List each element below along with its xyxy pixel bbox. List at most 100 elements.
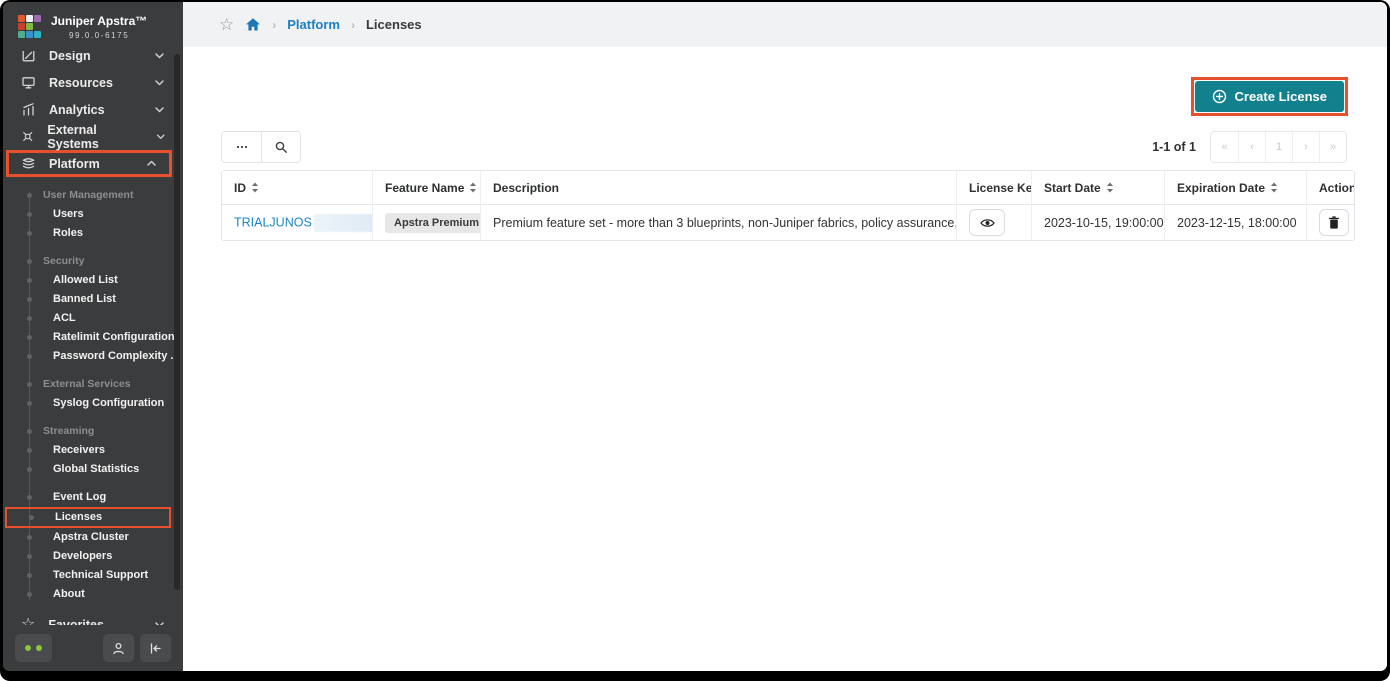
user-icon bbox=[111, 641, 126, 656]
table-header-row: ID Feature Name Description License Key … bbox=[222, 171, 1354, 205]
pagination-range: 1-1 of 1 bbox=[1152, 140, 1196, 154]
breadcrumb: ☆ › Platform › Licenses bbox=[183, 2, 1387, 47]
chevron-down-icon bbox=[152, 51, 167, 63]
sidebar-item-apstra-cluster[interactable]: Apstra Cluster bbox=[3, 528, 183, 547]
app-window: Juniper Apstra™ 99.0.0-6175 Design Resou… bbox=[3, 2, 1387, 671]
sidebar-item-ratelimit-configuration[interactable]: Ratelimit Configuration bbox=[3, 328, 183, 347]
previous-page-button[interactable]: ‹ bbox=[1238, 132, 1265, 162]
favorite-star-icon[interactable]: ☆ bbox=[219, 16, 234, 33]
licenses-table-container: ID Feature Name Description License Key … bbox=[221, 170, 1347, 241]
submenu-section-external-services: External Services bbox=[3, 375, 183, 394]
sidebar-item-syslog-configuration[interactable]: Syslog Configuration bbox=[3, 394, 183, 413]
sidebar-item-receivers[interactable]: Receivers bbox=[3, 441, 183, 460]
sidebar-item-label: Platform bbox=[49, 157, 100, 171]
sidebar-item-licenses[interactable]: Licenses bbox=[5, 507, 171, 528]
sort-icon bbox=[251, 182, 259, 193]
main-area: ☆ › Platform › Licenses Create License bbox=[183, 2, 1387, 671]
page-number-button[interactable]: 1 bbox=[1265, 132, 1292, 162]
license-id-link[interactable]: TRIALJUNOS bbox=[234, 215, 312, 229]
cell-license-key bbox=[956, 205, 1031, 240]
search-button[interactable] bbox=[261, 132, 300, 162]
collapse-left-icon bbox=[148, 641, 163, 656]
last-page-button[interactable]: » bbox=[1319, 132, 1346, 162]
user-account-button[interactable] bbox=[103, 634, 134, 662]
sort-icon bbox=[469, 182, 477, 193]
sidebar-item-analytics[interactable]: Analytics bbox=[3, 96, 183, 123]
chevron-down-icon bbox=[154, 129, 167, 144]
pagination: « ‹ 1 › » bbox=[1210, 131, 1347, 163]
cell-start-date: 2023-10-15, 19:00:00 bbox=[1031, 205, 1164, 240]
create-license-button[interactable]: Create License bbox=[1195, 81, 1345, 112]
table-toolbar: 1-1 of 1 « ‹ 1 › » bbox=[221, 131, 1347, 163]
column-header-feature-name[interactable]: Feature Name bbox=[372, 171, 480, 205]
platform-icon bbox=[21, 156, 36, 171]
sidebar-item-platform[interactable]: Platform bbox=[6, 150, 172, 177]
sidebar-item-external-systems[interactable]: External Systems bbox=[3, 123, 183, 150]
next-page-button[interactable]: › bbox=[1292, 132, 1319, 162]
column-header-license-key[interactable]: License Key bbox=[956, 171, 1031, 205]
column-header-expiration-date[interactable]: Expiration Date bbox=[1164, 171, 1306, 205]
chevron-down-icon bbox=[152, 617, 167, 625]
green-status-dot-icon bbox=[36, 645, 42, 651]
breadcrumb-current-licenses: Licenses bbox=[366, 17, 422, 32]
column-header-start-date[interactable]: Start Date bbox=[1031, 171, 1164, 205]
first-page-button[interactable]: « bbox=[1211, 132, 1238, 162]
column-header-description[interactable]: Description bbox=[480, 171, 956, 205]
sidebar-menu: Design Resources Analytics External Syst… bbox=[3, 51, 183, 625]
sidebar-item-users[interactable]: Users bbox=[3, 205, 183, 224]
licenses-page: Create License 1-1 of 1 bbox=[183, 47, 1387, 671]
cell-expiration-date: 2023-12-15, 18:00:00 bbox=[1164, 205, 1306, 240]
analytics-icon bbox=[21, 102, 36, 117]
eye-icon bbox=[980, 217, 995, 229]
screenshot-frame: Juniper Apstra™ 99.0.0-6175 Design Resou… bbox=[0, 0, 1390, 681]
table-row: TRIALJUNOS Apstra Premium Premium featur… bbox=[222, 205, 1354, 240]
cell-actions bbox=[1306, 205, 1354, 240]
sidebar-item-label: Design bbox=[49, 51, 91, 63]
view-license-key-button[interactable] bbox=[969, 209, 1005, 236]
brand-header[interactable]: Juniper Apstra™ 99.0.0-6175 bbox=[3, 2, 183, 51]
breadcrumb-link-platform[interactable]: Platform bbox=[287, 17, 340, 32]
create-license-label: Create License bbox=[1235, 89, 1328, 104]
submenu-section-streaming: Streaming bbox=[3, 422, 183, 441]
cell-feature-name: Apstra Premium bbox=[372, 205, 480, 240]
sidebar-item-label: Favorites bbox=[48, 618, 104, 626]
home-icon[interactable] bbox=[245, 17, 261, 32]
sidebar-item-about[interactable]: About bbox=[3, 585, 183, 604]
sidebar-item-password-complexity[interactable]: Password Complexity ... bbox=[3, 347, 183, 366]
sidebar-item-event-log[interactable]: Event Log bbox=[3, 488, 183, 507]
submenu-section-security: Security bbox=[3, 252, 183, 271]
sidebar-item-allowed-list[interactable]: Allowed List bbox=[3, 271, 183, 290]
column-header-id[interactable]: ID bbox=[222, 171, 372, 205]
chevron-down-icon bbox=[152, 102, 167, 117]
chevron-up-icon bbox=[144, 156, 159, 171]
more-options-button[interactable] bbox=[222, 132, 261, 162]
cell-description: Premium feature set - more than 3 bluepr… bbox=[480, 205, 956, 240]
sidebar-item-acl[interactable]: ACL bbox=[3, 309, 183, 328]
trash-icon bbox=[1328, 216, 1340, 229]
chevron-down-icon bbox=[152, 75, 167, 90]
sidebar-item-label: Analytics bbox=[49, 103, 105, 117]
collapse-sidebar-button[interactable] bbox=[140, 634, 171, 662]
sidebar: Juniper Apstra™ 99.0.0-6175 Design Resou… bbox=[3, 2, 183, 671]
sidebar-item-global-statistics[interactable]: Global Statistics bbox=[3, 460, 183, 479]
resources-icon bbox=[21, 75, 36, 90]
sidebar-item-resources[interactable]: Resources bbox=[3, 69, 183, 96]
delete-license-button[interactable] bbox=[1319, 209, 1349, 236]
app-version: 99.0.0-6175 bbox=[69, 31, 129, 40]
green-status-dot-icon bbox=[25, 645, 31, 651]
star-icon: ☆ bbox=[21, 617, 35, 626]
sort-icon bbox=[1106, 182, 1114, 193]
status-indicator-button[interactable] bbox=[15, 634, 52, 662]
sidebar-item-developers[interactable]: Developers bbox=[3, 547, 183, 566]
sidebar-item-roles[interactable]: Roles bbox=[3, 224, 183, 243]
sidebar-item-banned-list[interactable]: Banned List bbox=[3, 290, 183, 309]
table-tools-group bbox=[221, 131, 301, 163]
external-systems-icon bbox=[21, 129, 34, 144]
juniper-apstra-logo-icon bbox=[18, 15, 41, 38]
sidebar-scrollbar[interactable] bbox=[174, 54, 180, 590]
sidebar-item-design[interactable]: Design bbox=[3, 51, 183, 69]
sidebar-item-technical-support[interactable]: Technical Support bbox=[3, 566, 183, 585]
sort-icon bbox=[1270, 182, 1278, 193]
sidebar-item-favorites[interactable]: ☆ Favorites bbox=[3, 611, 183, 625]
platform-submenu: User Management Users Roles Security All… bbox=[3, 186, 183, 604]
